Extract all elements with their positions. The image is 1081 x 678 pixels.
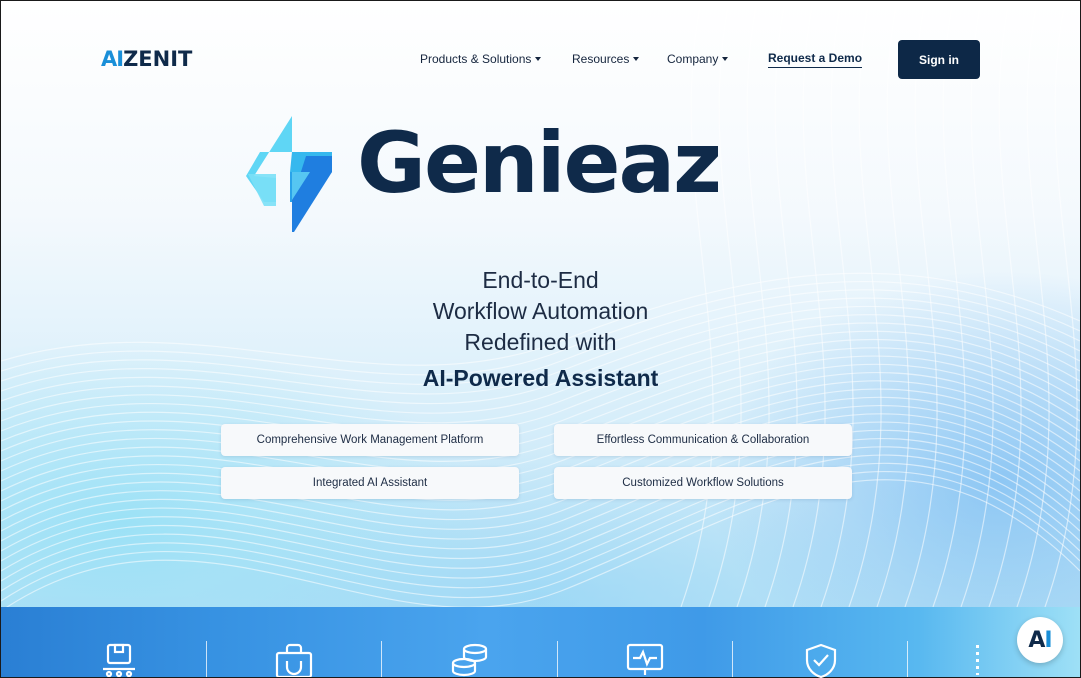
chevron-down-icon — [722, 57, 729, 61]
band-divider — [206, 641, 207, 677]
tagline-strong: AI-Powered Assistant — [422, 365, 659, 391]
nav-products-solutions[interactable]: Products & Solutions — [420, 52, 542, 66]
feature-pill-ai-assistant[interactable]: Integrated AI Assistant — [221, 467, 519, 499]
ai-chat-label: AI — [1028, 627, 1052, 653]
aizenit-logo[interactable]: AI ZENIT — [101, 47, 192, 71]
logo-zenit: ZENIT — [123, 47, 193, 71]
nav-label: Company — [667, 52, 719, 66]
genieaz-bolt-icon — [246, 116, 332, 232]
tagline-line-3: Redefined with — [464, 329, 617, 355]
coins-stack-icon — [451, 643, 488, 677]
brand-name: Genieaz — [357, 114, 722, 212]
band-divider — [557, 641, 558, 677]
nav-label: Resources — [572, 52, 630, 66]
shopping-bag-icon — [275, 643, 313, 677]
logo-ai: AI — [101, 47, 124, 71]
nav-label: Products & Solutions — [420, 52, 532, 66]
inventory-box-icon — [103, 643, 135, 677]
sign-in-button[interactable]: Sign in — [898, 40, 980, 79]
feature-pill-workflow-solutions[interactable]: Customized Workflow Solutions — [554, 467, 852, 499]
band-divider — [381, 641, 382, 677]
feature-icon-band — [1, 607, 1080, 678]
nav-company[interactable]: Company — [667, 52, 729, 66]
feature-pill-communication[interactable]: Effortless Communication & Collaboration — [554, 424, 852, 456]
more-dots-icon[interactable] — [976, 645, 979, 675]
nav-resources[interactable]: Resources — [572, 52, 640, 66]
band-divider — [907, 641, 908, 677]
tagline-line-1: End-to-End — [482, 267, 599, 293]
feature-pill-work-management[interactable]: Comprehensive Work Management Platform — [221, 424, 519, 456]
request-demo-link[interactable]: Request a Demo — [768, 51, 863, 68]
hero-section: AI ZENIT Products & Solutions Resources … — [1, 1, 1080, 607]
band-divider — [732, 641, 733, 677]
shield-check-icon — [805, 643, 837, 678]
chevron-down-icon — [633, 57, 640, 61]
monitor-pulse-icon — [626, 643, 664, 675]
tagline-line-2: Workflow Automation — [432, 298, 649, 324]
chevron-down-icon — [535, 57, 542, 61]
ai-chat-button[interactable]: AI — [1017, 617, 1063, 663]
